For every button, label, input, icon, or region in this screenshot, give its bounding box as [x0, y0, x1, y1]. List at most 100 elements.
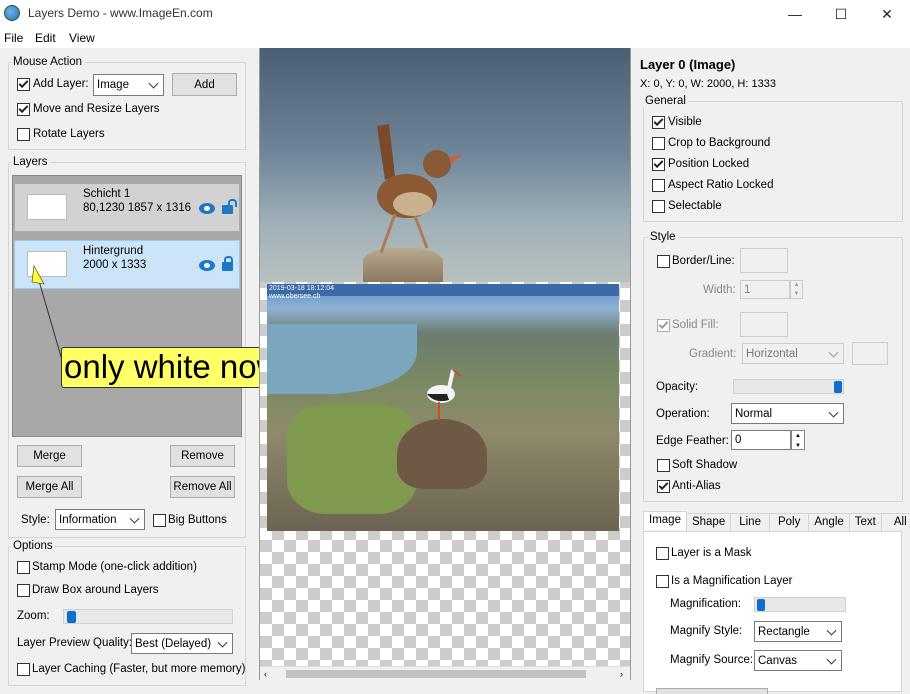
- title-bar: Layers Demo - www.ImageEn.com — ☐ ✕: [0, 0, 910, 28]
- photo-website: www.obersee.ch: [269, 293, 321, 300]
- unlock-icon[interactable]: [222, 199, 237, 214]
- window-title: Layers Demo - www.ImageEn.com: [28, 6, 213, 20]
- tab-all[interactable]: All: [880, 513, 910, 532]
- border-checkbox[interactable]: [657, 255, 670, 268]
- big-buttons-label: Big Buttons: [168, 514, 227, 526]
- layer-info: 2000 x 1333: [83, 259, 147, 271]
- magnification-layer-label: Is a Magnification Layer: [671, 575, 793, 587]
- solid-fill-checkbox[interactable]: [657, 319, 670, 332]
- move-resize-checkbox[interactable]: [17, 103, 30, 116]
- image-tab-panel: Layer is a Mask Is a Magnification Layer…: [643, 531, 902, 694]
- edge-feather-input[interactable]: 0: [731, 430, 791, 450]
- merge-button[interactable]: Merge: [17, 445, 82, 467]
- anti-alias-checkbox[interactable]: [657, 480, 670, 493]
- width-input[interactable]: 1: [740, 280, 790, 299]
- add-layer-checkbox[interactable]: [17, 78, 30, 91]
- visible-label: Visible: [668, 116, 702, 128]
- operation-select[interactable]: Normal: [731, 403, 844, 424]
- scroll-right-icon[interactable]: ›: [620, 669, 623, 679]
- stamp-mode-label: Stamp Mode (one-click addition): [32, 561, 197, 573]
- zoom-thumb[interactable]: [67, 611, 76, 623]
- opacity-slider[interactable]: [733, 379, 844, 394]
- draw-box-checkbox[interactable]: [17, 584, 30, 597]
- layer-caching-checkbox[interactable]: [17, 663, 30, 676]
- app-icon: [4, 5, 20, 21]
- minimize-button[interactable]: —: [772, 0, 818, 28]
- menu-file[interactable]: File: [4, 31, 23, 45]
- add-layer-type-select[interactable]: Image: [93, 74, 164, 96]
- edge-feather-spinner[interactable]: ▲ ▼: [791, 430, 805, 450]
- close-button[interactable]: ✕: [864, 0, 910, 28]
- aspect-locked-checkbox[interactable]: [652, 179, 665, 192]
- width-spinner[interactable]: ▲ ▼: [790, 280, 803, 299]
- layer-name: Schicht 1: [83, 188, 131, 200]
- eye-icon[interactable]: [199, 203, 215, 214]
- wren-bird: [377, 124, 463, 254]
- border-label: Border/Line:: [672, 255, 735, 267]
- opacity-label: Opacity:: [656, 381, 699, 393]
- solid-fill-label: Solid Fill:: [672, 319, 719, 331]
- rotate-layers-label: Rotate Layers: [33, 128, 105, 140]
- style-group-label: Style: [648, 231, 678, 243]
- tab-image[interactable]: Image: [643, 511, 687, 530]
- opacity-thumb[interactable]: [834, 381, 842, 393]
- background-layer-image[interactable]: [260, 48, 630, 282]
- photo-timestamp: 2019-03-18 18:12:04: [269, 285, 334, 292]
- operation-label: Operation:: [656, 408, 710, 420]
- crop-checkbox[interactable]: [652, 137, 665, 150]
- style-label: Style:: [21, 514, 50, 526]
- stork-nest: [397, 419, 487, 489]
- schicht-1-layer-image[interactable]: 2019-03-18 18:12:04 www.obersee.ch: [267, 284, 619, 531]
- mask-checkbox[interactable]: [656, 547, 669, 560]
- partial-button[interactable]: [656, 688, 768, 694]
- image-canvas[interactable]: 2019-03-18 18:12:04 www.obersee.ch ‹ ›: [259, 48, 631, 680]
- layer-caching-label: Layer Caching (Faster, but more memory): [32, 663, 246, 675]
- stork-bird: [427, 369, 462, 420]
- menu-edit[interactable]: Edit: [35, 31, 56, 45]
- add-button[interactable]: Add: [172, 73, 237, 96]
- tab-text[interactable]: Text: [848, 513, 882, 532]
- magnification-slider[interactable]: [754, 597, 846, 612]
- magnify-style-select[interactable]: Rectangle: [754, 621, 842, 642]
- lock-icon[interactable]: [222, 256, 233, 271]
- layer-coords: X: 0, Y: 0, W: 2000, H: 1333: [640, 78, 776, 90]
- layer-item-schicht-1[interactable]: Schicht 1 80,1230 1857 x 1316: [14, 183, 240, 232]
- zoom-slider[interactable]: [63, 609, 233, 624]
- gradient-color-swatch[interactable]: [852, 342, 888, 365]
- property-tabs: Image Shape Line Poly Angle Text All: [643, 511, 910, 532]
- remove-all-button[interactable]: Remove All: [170, 476, 235, 498]
- magnification-layer-checkbox[interactable]: [656, 575, 669, 588]
- remove-button[interactable]: Remove: [170, 445, 235, 467]
- horizontal-scrollbar[interactable]: ‹ ›: [260, 666, 630, 680]
- magnify-style-label: Magnify Style:: [670, 625, 743, 637]
- scroll-left-icon[interactable]: ‹: [264, 669, 267, 679]
- magnify-source-select[interactable]: Canvas: [754, 650, 842, 671]
- position-locked-checkbox[interactable]: [652, 158, 665, 171]
- stamp-mode-checkbox[interactable]: [17, 561, 30, 574]
- tab-poly[interactable]: Poly: [768, 513, 810, 532]
- tab-angle[interactable]: Angle: [808, 513, 850, 532]
- fill-color-swatch[interactable]: [740, 312, 788, 337]
- visible-checkbox[interactable]: [652, 116, 665, 129]
- scroll-thumb[interactable]: [286, 670, 586, 678]
- quality-label: Layer Preview Quality:: [17, 637, 133, 649]
- gradient-select[interactable]: Horizontal: [742, 343, 844, 364]
- quality-select[interactable]: Best (Delayed): [131, 633, 233, 654]
- border-color-swatch[interactable]: [740, 248, 788, 273]
- selectable-checkbox[interactable]: [652, 200, 665, 213]
- layer-name: Hintergrund: [83, 245, 144, 257]
- magnification-thumb[interactable]: [757, 599, 765, 611]
- menu-view[interactable]: View: [69, 31, 95, 45]
- maximize-button[interactable]: ☐: [818, 0, 864, 28]
- tab-shape[interactable]: Shape: [685, 513, 732, 532]
- merge-all-button[interactable]: Merge All: [17, 476, 82, 498]
- tab-line[interactable]: Line: [730, 513, 770, 532]
- eye-icon[interactable]: [199, 260, 215, 271]
- add-layer-label: Add Layer:: [33, 78, 89, 90]
- soft-shadow-checkbox[interactable]: [657, 459, 670, 472]
- big-buttons-checkbox[interactable]: [153, 514, 166, 527]
- selectable-label: Selectable: [668, 200, 722, 212]
- rotate-layers-checkbox[interactable]: [17, 128, 30, 141]
- style-select[interactable]: Information: [55, 509, 145, 530]
- mouse-action-label: Mouse Action: [11, 56, 85, 68]
